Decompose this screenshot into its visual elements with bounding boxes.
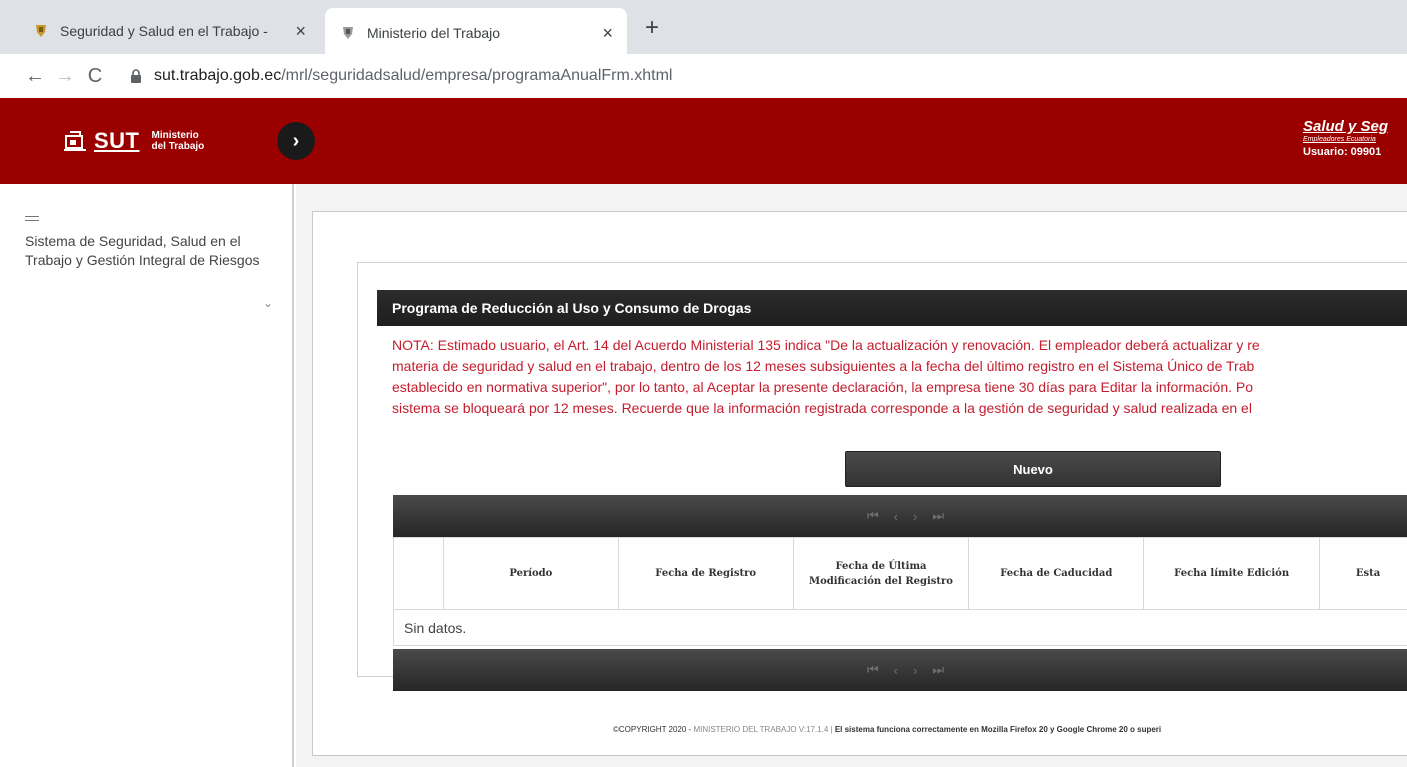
sut-logo-icon (62, 130, 88, 152)
content-card: Programa de Reducción al Uso y Consumo d… (312, 211, 1407, 756)
chevron-down-icon[interactable]: ⌄ (263, 296, 273, 310)
first-page-icon[interactable]: ⏮ (867, 662, 879, 678)
header-app-subtitle: Empleadores Ecuatoria (1303, 136, 1376, 143)
first-page-icon[interactable]: ⏮ (867, 508, 879, 524)
logo-text: SUT (94, 128, 140, 153)
url-field[interactable]: sut.trabajo.gob.ec/mrl/seguridadsalud/em… (154, 67, 672, 85)
prev-page-icon[interactable]: ‹ (894, 509, 898, 524)
footer-browser-note: El sistema funciona correctamente en Moz… (834, 725, 1162, 734)
nota-line: establecido en normativa superior", por … (392, 379, 1254, 395)
footer: ©COPYRIGHT 2020 - MINISTERIO DEL TRABAJO… (613, 725, 1161, 734)
next-page-icon[interactable]: › (913, 509, 917, 524)
table-row-empty: Sin datos. (393, 609, 1407, 646)
browser-tab-strip: Seguridad y Salud en el Trabajo - × Mini… (0, 0, 1407, 58)
lock-icon[interactable] (130, 69, 144, 83)
column-header-fecha-registro[interactable]: Fecha de Registro (617, 537, 794, 610)
prev-page-icon[interactable]: ‹ (894, 663, 898, 678)
nota-warning: NOTA: Estimado usuario, el Art. 14 del A… (377, 335, 1407, 419)
back-arrow-icon[interactable]: ← (20, 65, 50, 88)
table-header-row: Período Fecha de Registro Fecha de Últim… (393, 537, 1407, 610)
main-content: Programa de Reducción al Uso y Consumo d… (296, 184, 1407, 767)
column-header-estado[interactable]: Esta (1319, 537, 1407, 610)
last-page-icon[interactable]: ⏭ (932, 662, 944, 678)
sidebar-toggle-button[interactable]: › (277, 122, 315, 160)
url-host: sut.trabajo.gob.ec (154, 67, 282, 84)
forward-arrow-icon[interactable]: → (50, 65, 80, 88)
sidebar-item-sistema-seguridad[interactable]: Sistema de Seguridad, Salud en el Trabaj… (25, 232, 265, 270)
sidebar: Sistema de Seguridad, Salud en el Trabaj… (0, 184, 294, 767)
column-header-fecha-ultima-modificacion[interactable]: Fecha de Última Modificación del Registr… (792, 537, 970, 610)
hamburger-menu-icon[interactable] (25, 216, 39, 224)
tab-title: Ministerio del Trabajo (367, 25, 501, 41)
last-page-icon[interactable]: ⏭ (932, 508, 944, 524)
app-header (0, 98, 1407, 184)
nuevo-button[interactable]: Nuevo (845, 451, 1221, 487)
footer-version: MINISTERIO DEL TRABAJO V:17.1.4 | (693, 725, 835, 734)
nota-line: sistema se bloqueará por 12 meses. Recue… (392, 400, 1252, 416)
logo-ministry: Ministerio del Trabajo (152, 130, 205, 152)
address-bar: ← → C sut.trabajo.gob.ec/mrl/seguridadsa… (0, 54, 1407, 98)
logo-ministry-line1: Ministerio (151, 130, 199, 141)
records-table: Período Fecha de Registro Fecha de Últim… (393, 537, 1407, 646)
next-page-icon[interactable]: › (913, 663, 917, 678)
new-tab-button[interactable]: + (645, 14, 659, 42)
ministry-favicon-icon (32, 22, 50, 40)
paginator-bottom: ⏮ ‹ › ⏭ (393, 649, 1407, 691)
chevron-right-icon: › (292, 129, 300, 152)
column-header-periodo[interactable]: Período (442, 537, 619, 610)
column-header-fecha-limite-edicion[interactable]: Fecha límite Edición (1143, 537, 1321, 610)
sut-logo[interactable]: SUT Ministerio del Trabajo (62, 128, 204, 154)
close-tab-icon[interactable]: × (602, 23, 613, 44)
logo-ministry-line2: del Trabajo (151, 141, 205, 152)
panel-title: Programa de Reducción al Uso y Consumo d… (377, 290, 1407, 326)
browser-tab-seguridad[interactable]: Seguridad y Salud en el Trabajo - × (18, 8, 320, 54)
ministry-favicon-icon (339, 24, 357, 42)
empty-message: Sin datos. (393, 609, 1407, 646)
column-header-select (393, 537, 444, 610)
tab-title: Seguridad y Salud en el Trabajo - (60, 23, 268, 39)
nota-line: NOTA: Estimado usuario, el Art. 14 del A… (392, 337, 1260, 353)
paginator-top: ⏮ ‹ › ⏭ (393, 495, 1407, 537)
url-path: /mrl/seguridadsalud/empresa/programaAnua… (281, 67, 673, 84)
browser-tab-ministerio[interactable]: Ministerio del Trabajo × (325, 8, 627, 58)
close-tab-icon[interactable]: × (295, 21, 306, 42)
header-user-info: Salud y Seg Empleadores Ecuatoria Usuari… (1303, 118, 1388, 158)
column-header-fecha-caducidad[interactable]: Fecha de Caducidad (968, 537, 1145, 610)
reload-icon[interactable]: C (80, 65, 110, 88)
nota-line: materia de seguridad y salud en el traba… (392, 358, 1255, 374)
footer-copyright: ©COPYRIGHT 2020 - (613, 725, 694, 734)
header-app-title[interactable]: Salud y Seg (1303, 118, 1388, 135)
header-user-label: Usuario: 09901 (1303, 146, 1382, 158)
